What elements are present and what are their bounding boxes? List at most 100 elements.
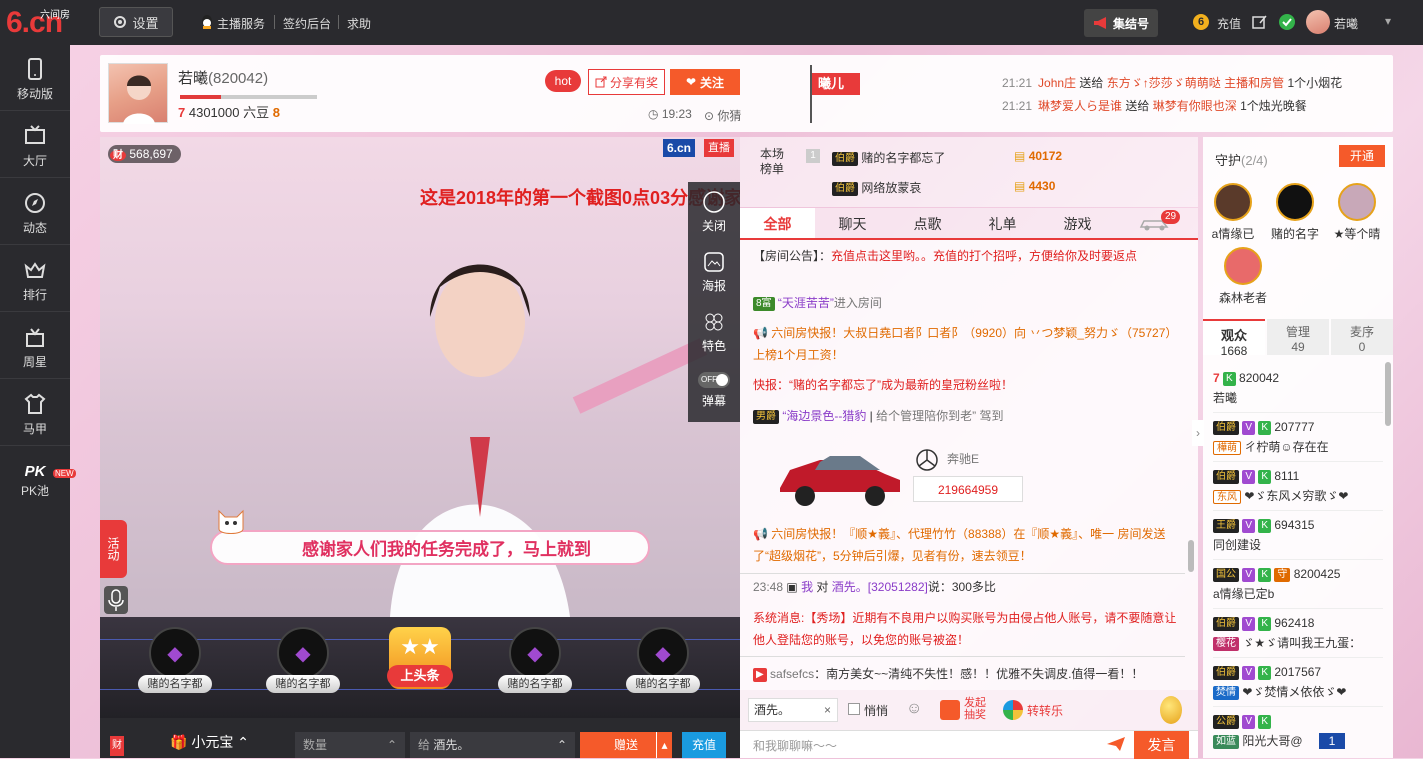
rank-panel: 本场 榜单 1 伯爵 赌的名字都忘了 ▤ 40172 伯爵 网络放蒙哀 ▤ 4430 [740, 137, 1198, 207]
audience-row[interactable]: 伯爵 V K 207777 樺萌 ㄔ柠萌☺存在在 [1213, 414, 1383, 462]
nav-dynamic[interactable]: 动态 [0, 179, 70, 245]
guard-item[interactable]: 森林老者 [1217, 247, 1269, 306]
nav-label: 排行 [22, 288, 47, 302]
recipient-select[interactable]: 给 酒先。 ⌃ [410, 732, 575, 758]
user-avatar[interactable] [1306, 10, 1330, 34]
chat-message: ▶ safsefcs：南方美女~~清纯不失性！感！！优雅不失调皮.值得一看！！ [753, 663, 1183, 685]
tab-all[interactable]: 全部 [740, 208, 815, 238]
chat-input[interactable]: 和我聊聊嘛～～ [753, 737, 837, 754]
chat-toolbar: 酒先。 × 悄悄 ☺ 发起抽奖 转转乐 [740, 690, 1198, 730]
chat-area: 【房间公告】：充值点击这里哟。。充值的打个招呼，方便给你及时要返点 8富 “天涯… [740, 240, 1198, 690]
rank-row[interactable]: 伯爵 赌的名字都忘了 ▤ 40172 [832, 149, 1062, 166]
seat-slot[interactable]: ◆ 赌的名字都 [618, 627, 708, 707]
tab-audience[interactable]: 观众 1668 [1203, 319, 1265, 358]
poster-icon [704, 252, 724, 272]
tv-icon [25, 125, 45, 144]
heart-icon: ❤ [685, 75, 697, 89]
nav-weekly-star[interactable]: 周星 [0, 313, 70, 379]
chat-message: 8富 “天涯苦苦”进入房间 [753, 292, 1183, 314]
audience-row[interactable]: 王爵 V K 694315 同创建设 [1213, 512, 1383, 560]
scrollbar[interactable] [1385, 362, 1391, 426]
page-indicator[interactable]: 1 [1319, 733, 1345, 749]
nav-vest[interactable]: 马甲 [0, 380, 70, 446]
tab-admins[interactable]: 管理 49 [1267, 319, 1329, 355]
whisper-checkbox[interactable] [848, 703, 860, 715]
send-icon[interactable] [1106, 736, 1126, 755]
headline-button[interactable]: ★★ 上头条 [375, 627, 465, 707]
rank-row[interactable]: 伯爵 网络放蒙哀 ▤ 4430 [832, 179, 1055, 196]
guard-item[interactable]: 赌的名字 [1269, 183, 1321, 242]
seat-slot[interactable]: ◆ 赌的名字都 [490, 627, 580, 707]
microphone-icon[interactable] [104, 586, 128, 614]
rally-button[interactable]: 集结号 [1084, 9, 1158, 37]
open-guard-button[interactable]: 开通 [1339, 145, 1385, 167]
seat-label: 赌的名字都 [626, 675, 700, 693]
coin-icon: 6 [1193, 14, 1209, 30]
site-logo[interactable]: 6.cn 六间房 [6, 4, 76, 42]
chevron-down-icon[interactable]: ▾ [1385, 14, 1391, 28]
audience-row[interactable]: 国公 V K 守 8200425 a情缘已定b [1213, 561, 1383, 609]
activity-tab[interactable]: 活动 [100, 520, 127, 578]
send-gift-button[interactable]: 赠送 ▴ [580, 732, 672, 758]
audience-row[interactable]: 公爵 V K 如蓝 阳光大哥@ [1213, 708, 1383, 756]
spin-wheel-icon[interactable] [1003, 700, 1023, 720]
recharge-link[interactable]: 充值 [1217, 15, 1241, 32]
chat-message: 男爵 “海边景色--猎豹 | 给个管理陪你到老” 驾到 [753, 405, 1183, 427]
anchor-name: 若曦(820042) [178, 70, 269, 87]
lottery-icon[interactable] [940, 700, 960, 720]
scrollbar[interactable] [1188, 540, 1194, 572]
nav-mobile[interactable]: 移动版 [0, 45, 70, 111]
guard-item[interactable]: ★等个晴 [1331, 183, 1383, 242]
chat-message: 23:48 ▣ 我 对 酒先。[32051282]说：300多比 [753, 580, 996, 594]
recharge-button[interactable]: 充值 [682, 732, 726, 758]
chat-tabs: 全部 聊天 点歌 礼单 游戏 29 [740, 208, 1198, 240]
tab-mic-queue[interactable]: 麦序 0 [1331, 319, 1393, 355]
tab-game[interactable]: 游戏 [1040, 208, 1115, 238]
nav-label: 周星 [22, 355, 47, 369]
follow-button[interactable]: ❤ 关注 [670, 69, 740, 95]
contract-backend-link[interactable]: 签约后台 [283, 15, 331, 32]
nav-ranking[interactable]: 排行 [0, 246, 70, 312]
spin-label[interactable]: 转转乐 [1027, 702, 1063, 719]
seat-slot[interactable]: ◆ 赌的名字都 [130, 627, 220, 707]
car-image [775, 438, 905, 510]
guard-item[interactable]: a情缘已 [1207, 183, 1259, 242]
chat-target-select[interactable]: 酒先。 × [748, 698, 838, 722]
live-video[interactable]: 财 568,697 6.cn 直播 这是2018年的第一个截图0点03分感谢家人… [100, 137, 740, 617]
help-link[interactable]: 求助 [347, 15, 371, 32]
audience-row[interactable]: 伯爵 V K 2017567 焚情 ❤ゞ焚情メ依依ゞ❤ [1213, 659, 1383, 707]
nav-pk[interactable]: PK NEW PK池 [0, 447, 76, 513]
anchor-service-link[interactable]: 主播服务 [217, 15, 265, 32]
send-message-button[interactable]: 发言 [1134, 731, 1189, 759]
emoji-icon[interactable]: ☺ [906, 700, 922, 718]
quantity-select[interactable]: 数量 ⌃ [295, 732, 405, 758]
tab-gift-list[interactable]: 礼单 [965, 208, 1040, 238]
edit-icon[interactable] [1252, 14, 1268, 33]
seat-slot[interactable]: ◆ 赌的名字都 [258, 627, 348, 707]
tab-song[interactable]: 点歌 [890, 208, 965, 238]
nav-label: 动态 [22, 221, 47, 235]
audience-row[interactable]: 伯爵 V K 8111 东风 ❤ゞ东风メ穷歌ゞ❤ [1213, 463, 1383, 511]
close-video-button[interactable]: 关闭 [688, 182, 740, 242]
golden-egg-icon[interactable] [1160, 696, 1182, 724]
anchor-avatar[interactable] [108, 63, 168, 124]
live-badge: 直播 [704, 139, 734, 157]
audience-row[interactable]: 伯爵 V K 962418 樱花 ゞ★ゞ请叫我王九蛋： [1213, 610, 1383, 658]
seat-label: 赌的名字都 [498, 675, 572, 693]
danmu-toggle[interactable]: OFF 弹幕 [688, 362, 740, 422]
settings-button[interactable]: 设置 [99, 7, 173, 37]
audience-row[interactable]: 7 K 820042 若曦 [1213, 365, 1383, 413]
poster-button[interactable]: 海报 [688, 242, 740, 302]
special-effect-button[interactable]: 特色 [688, 302, 740, 362]
lottery-label[interactable]: 发起抽奖 [964, 697, 990, 721]
user-name[interactable]: 若曦 [1334, 15, 1358, 32]
share-button[interactable]: 分享有奖 [588, 69, 665, 95]
ingot-selector[interactable]: 🎁 小元宝 ⌃ [170, 732, 249, 752]
tab-chat[interactable]: 聊天 [815, 208, 890, 238]
gift-icon [26, 328, 44, 347]
nav-hall[interactable]: 大厅 [0, 112, 70, 178]
close-icon[interactable]: × [824, 699, 831, 721]
collapse-panel-icon[interactable]: › [1192, 420, 1204, 446]
qq-icon [200, 14, 214, 33]
anchor-beans: 7 4301000 六豆 8 [178, 102, 280, 121]
